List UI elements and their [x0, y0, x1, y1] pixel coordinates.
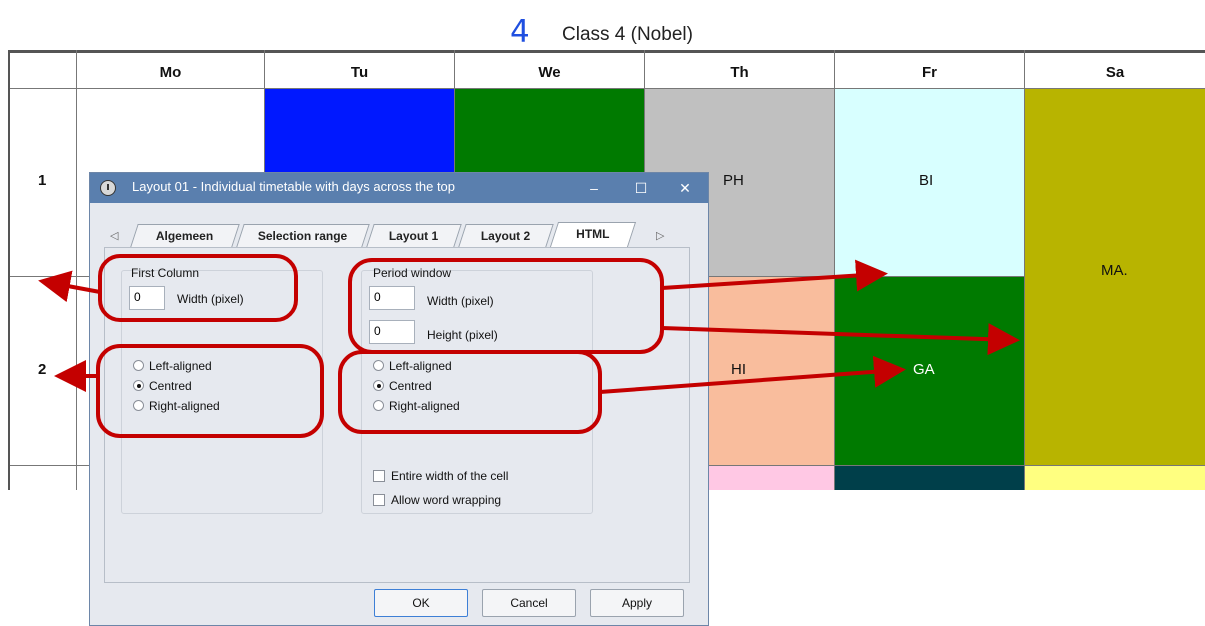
highlight-first-column-width [98, 254, 298, 322]
highlight-period-window-size [348, 258, 664, 354]
arrow-to-cell-height [661, 323, 1020, 356]
highlight-period-window-alignment [338, 350, 602, 434]
arrow-to-first-column [38, 270, 101, 303]
highlight-first-column-alignment [96, 344, 324, 438]
arrow-to-cell-alignment [599, 355, 906, 394]
annotation-overlay [38, 254, 1020, 438]
arrow-to-cell-width [661, 259, 888, 292]
